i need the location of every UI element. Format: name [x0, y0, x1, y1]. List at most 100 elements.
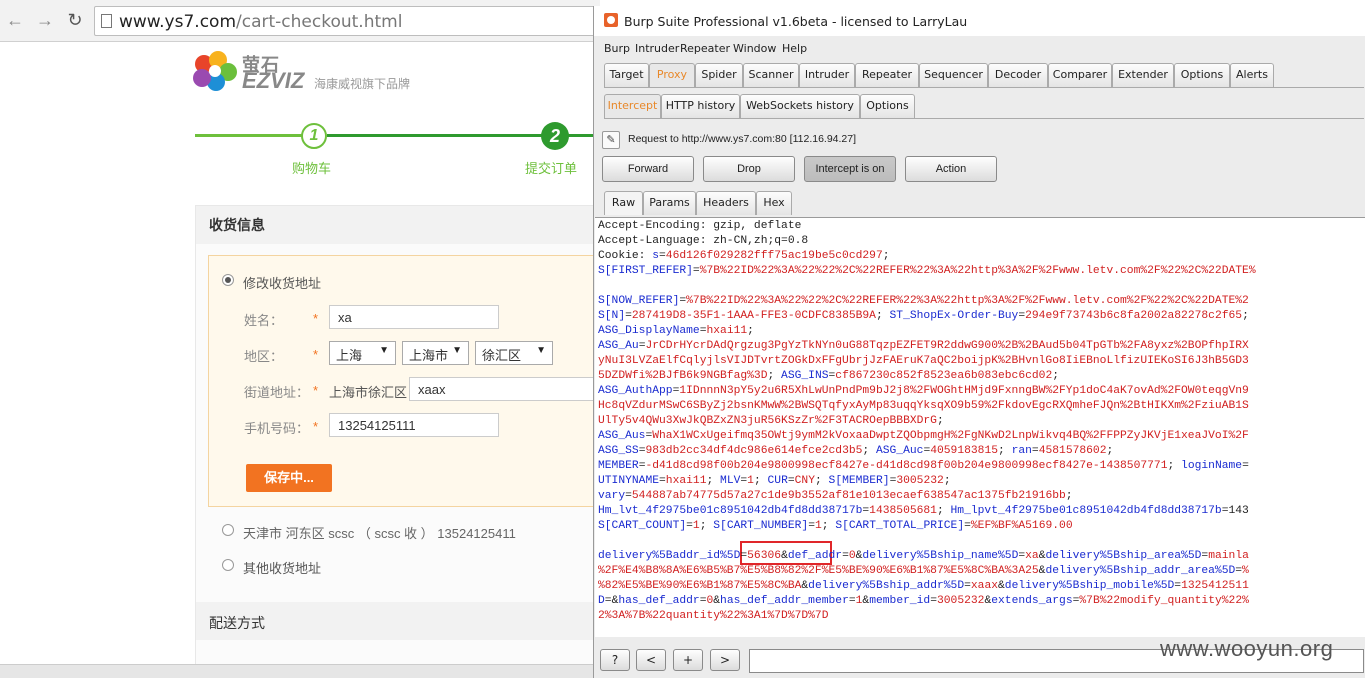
message-view-tab-bar: Raw Params Headers Hex	[604, 191, 1364, 215]
request-token: =	[964, 520, 971, 532]
action-button[interactable]: Action	[905, 156, 997, 182]
forward-button[interactable]: Forward	[602, 156, 694, 182]
request-token: 983db2cc34df4dc986e614efce2cd3b5	[645, 445, 863, 457]
request-token: Hc8qVZdurMSwC6SByZj2bsnKMwW%2BWSQTqfyxAy…	[598, 400, 1249, 412]
request-token: =	[659, 475, 666, 487]
horizontal-scrollbar[interactable]	[0, 664, 600, 678]
request-token: =	[625, 310, 632, 322]
tab-options[interactable]: Options	[1174, 63, 1230, 87]
tab-decoder[interactable]: Decoder	[988, 63, 1048, 87]
save-button[interactable]: 保存中...	[246, 464, 332, 492]
help-button[interactable]: ?	[600, 649, 630, 671]
tab-repeater[interactable]: Repeater	[855, 63, 919, 87]
menu-help[interactable]: Help	[782, 42, 807, 55]
logo-english: EZVIZ	[242, 68, 305, 93]
tab-websockets-history[interactable]: WebSockets history	[740, 94, 860, 118]
back-icon[interactable]: ←	[4, 9, 26, 31]
city-select[interactable]: 上海市 ▼	[402, 341, 469, 365]
tab-proxy[interactable]: Proxy	[649, 63, 695, 87]
tab-divider	[604, 118, 1364, 119]
request-token: cf867230c852f8523ea6b083ebc6cd02	[835, 370, 1053, 382]
request-token: =	[1031, 445, 1039, 457]
next-button[interactable]: >	[710, 649, 740, 671]
tab-proxy-options[interactable]: Options	[860, 94, 915, 118]
tab-scanner[interactable]: Scanner	[743, 63, 799, 87]
province-select[interactable]: 上海 ▼	[329, 341, 396, 365]
tab-intercept[interactable]: Intercept	[604, 94, 661, 118]
request-token: MEMBER	[598, 460, 639, 472]
proxy-sub-tab-bar: Intercept HTTP history WebSockets histor…	[604, 94, 1364, 118]
add-button[interactable]: +	[673, 649, 703, 671]
menu-burp[interactable]: Burp	[604, 42, 630, 55]
reload-icon[interactable]: ↻	[64, 9, 86, 31]
raw-request-editor[interactable]: Accept-Encoding: gzip, deflate Accept-Lan…	[595, 217, 1365, 637]
request-line: 2%3A%7B%22quantity%22%3A1%7D%7D%7D	[598, 609, 829, 624]
tab-http-history[interactable]: HTTP history	[661, 94, 740, 118]
step-progress-line	[195, 134, 305, 137]
pencil-icon[interactable]: ✎	[602, 131, 620, 149]
request-token: =	[964, 580, 971, 592]
request-token: =	[604, 595, 612, 607]
logo-subtitle: 海康威视旗下品牌	[314, 77, 411, 91]
name-input[interactable]: xa	[329, 305, 499, 329]
request-line: Accept-Language: zh-CN,zh;q=0.8	[598, 234, 808, 249]
ezviz-logo-icon[interactable]	[190, 50, 250, 94]
request-token: 3005232	[937, 595, 985, 607]
phone-input[interactable]: 13254125111	[329, 413, 499, 437]
address-option-radio[interactable]	[222, 559, 234, 571]
tab-comparer[interactable]: Comparer	[1048, 63, 1112, 87]
request-token: %7B%22modify_quantity%22%	[1079, 595, 1249, 607]
request-token: ;	[936, 415, 944, 427]
tab-hex[interactable]: Hex	[756, 191, 792, 215]
forward-icon[interactable]: →	[34, 9, 56, 31]
menu-window[interactable]: Window	[733, 42, 776, 55]
request-token: ;	[753, 475, 768, 487]
request-token: s	[652, 250, 660, 262]
intercept-toggle-button[interactable]: Intercept is on	[804, 156, 896, 182]
address-option-radio[interactable]	[222, 524, 234, 536]
burp-window: Burp Suite Professional v1.6beta - licen…	[593, 6, 1365, 678]
request-token: delivery%5Bship_area%5D	[1045, 550, 1202, 562]
address-bar[interactable]: www.ys7.com/cart-checkout.html	[94, 6, 600, 36]
tab-alerts[interactable]: Alerts	[1230, 63, 1274, 87]
name-label: 姓名：	[244, 313, 284, 328]
request-token: ASG_SS	[598, 445, 639, 457]
request-line: ASG_DisplayName=hxai11;	[598, 324, 754, 339]
request-token: 1IDnnnN3pY5y2u6R5XhLwUnPndPm9bJ2j8%2FWOG…	[679, 385, 1249, 397]
page-icon	[101, 14, 112, 28]
request-token: &	[998, 580, 1005, 592]
address-option-2[interactable]: 其他收货地址	[243, 558, 321, 577]
tab-headers[interactable]: Headers	[696, 191, 756, 215]
request-token: ;	[706, 475, 721, 487]
request-token: S[N]	[598, 310, 626, 322]
tab-spider[interactable]: Spider	[695, 63, 743, 87]
request-token: Hm_lpvt_4f2975be01c8951042db4fd8dd38717b	[950, 505, 1222, 517]
request-token: ran	[1011, 445, 1032, 457]
request-token: ;	[767, 370, 782, 382]
tab-params[interactable]: Params	[643, 191, 696, 215]
tab-raw[interactable]: Raw	[604, 191, 643, 215]
menu-repeater[interactable]: Repeater	[680, 42, 730, 55]
chevron-down-icon: ▼	[452, 345, 462, 356]
request-line: %2F%E4%B8%8A%E6%B5%B7%E5%B8%82%2F%E5%BE%…	[598, 564, 1249, 579]
address-edit-radio[interactable]	[222, 274, 234, 286]
tab-target[interactable]: Target	[604, 63, 649, 87]
drop-button[interactable]: Drop	[703, 156, 795, 182]
previous-button[interactable]: <	[636, 649, 666, 671]
request-token: CUR	[767, 475, 788, 487]
request-target: Request to http://www.ys7.com:80 [112.16…	[628, 133, 857, 145]
tab-intruder[interactable]: Intruder	[799, 63, 855, 87]
menu-intruder[interactable]: Intruder	[635, 42, 679, 55]
street-input[interactable]: xaax	[409, 377, 600, 401]
request-token: CNY	[794, 475, 815, 487]
address-option-1[interactable]: 天津市 河东区 scsc （ scsc 收 ） 13524125411	[243, 523, 516, 542]
request-token: 2%3A%7B%22quantity%22%3A1%7D%7D%7D	[598, 610, 829, 622]
request-token: hxai11	[706, 325, 748, 337]
required-mark: *	[313, 383, 319, 398]
request-token: 4581578602	[1038, 445, 1107, 457]
tab-extender[interactable]: Extender	[1112, 63, 1174, 87]
tab-sequencer[interactable]: Sequencer	[919, 63, 988, 87]
request-token: =143	[1221, 505, 1249, 517]
district-select[interactable]: 徐汇区 ▼	[475, 341, 553, 365]
request-token: 1438505681	[869, 505, 937, 517]
